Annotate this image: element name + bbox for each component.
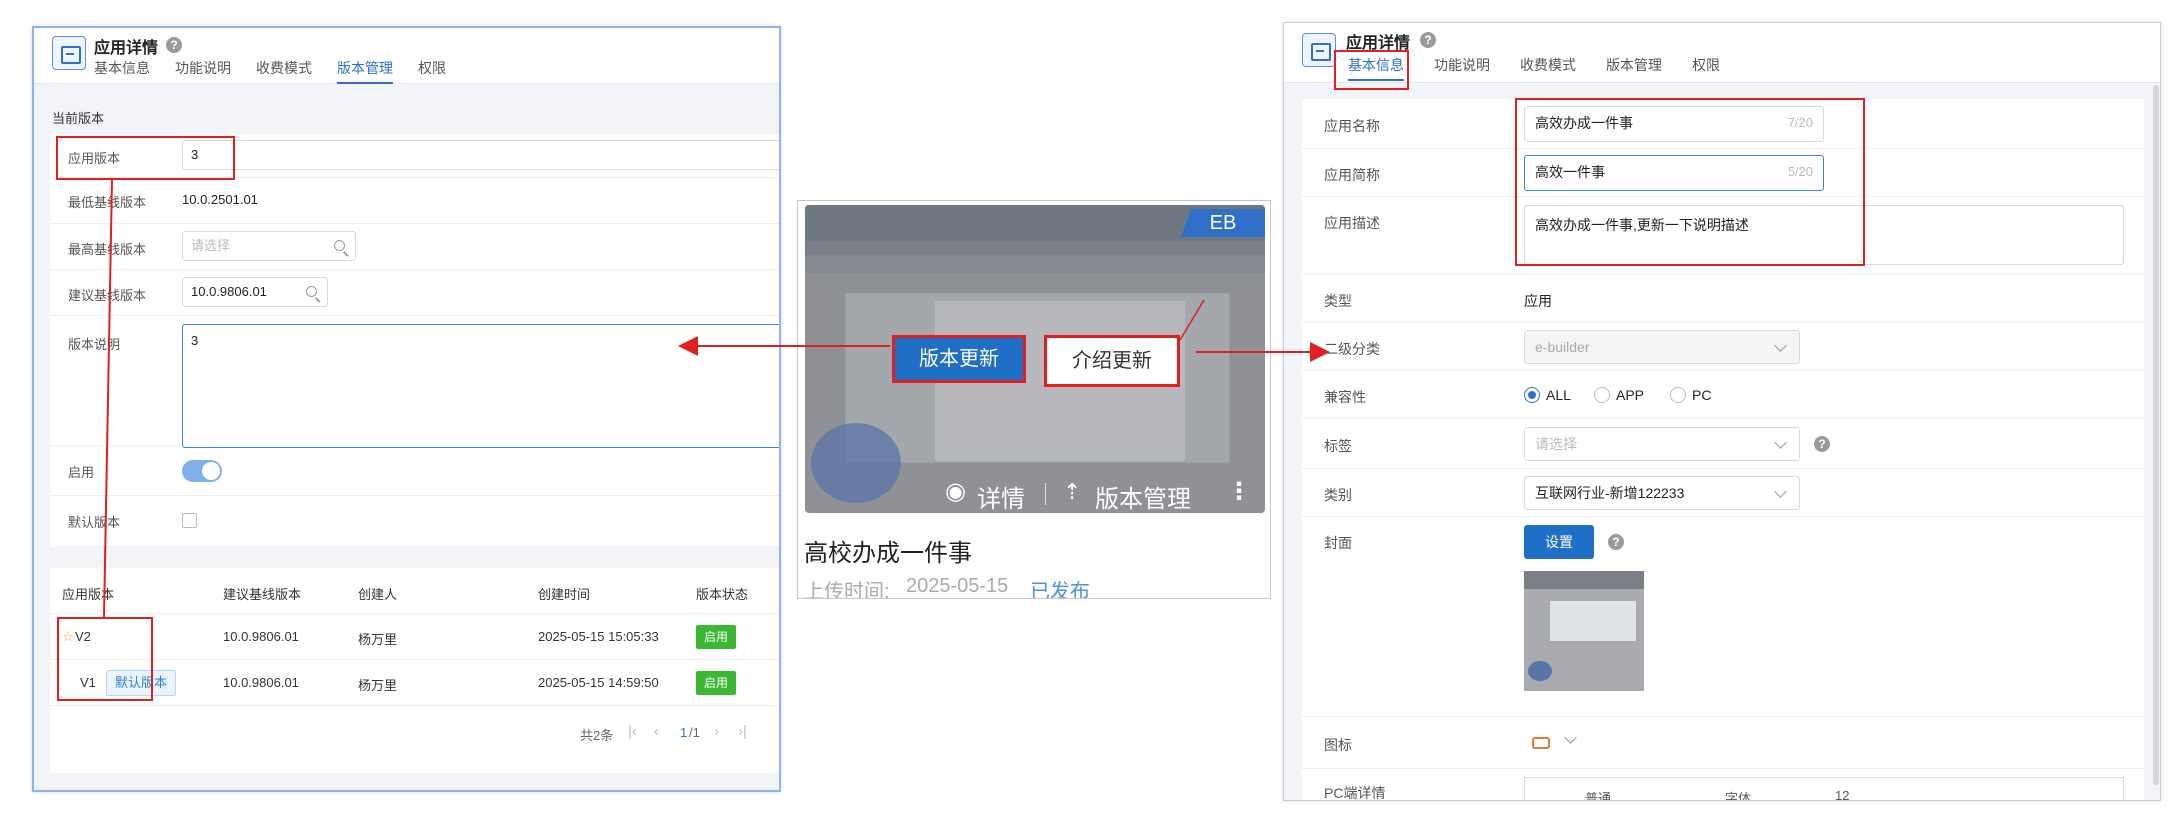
arrow-version-to-list xyxy=(103,179,113,618)
arrow-pointer-line xyxy=(1179,299,1205,341)
annotation-arrows xyxy=(103,179,1330,618)
